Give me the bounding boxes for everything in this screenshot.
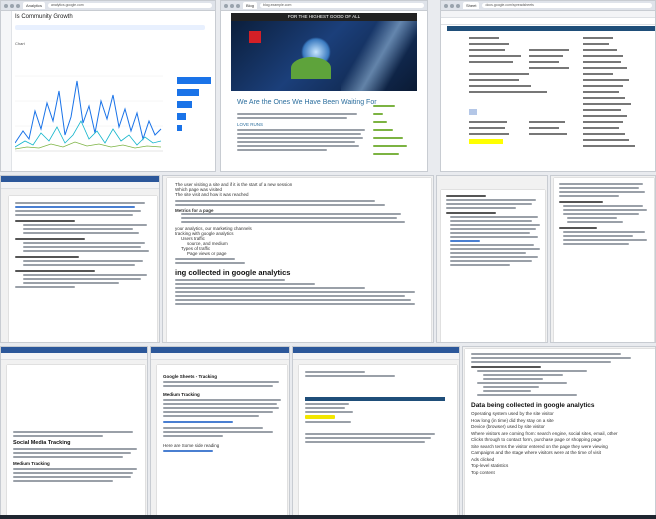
post-body: LOVE RUNS (237, 113, 367, 153)
list-item: Top content (471, 469, 495, 475)
website-window: Blog blog.example.com FOR THE HIGHEST GO… (220, 0, 428, 172)
browser-tab[interactable]: Analytics (23, 2, 46, 9)
taskbar[interactable] (0, 515, 656, 519)
nav-link[interactable] (373, 121, 387, 123)
bar-2 (177, 89, 199, 96)
light-beam (341, 21, 417, 91)
series-line-2 (15, 120, 162, 148)
red-logo-icon[interactable] (249, 31, 261, 43)
browser-tab[interactable]: Sheet (463, 2, 480, 9)
series-line-1 (15, 80, 162, 144)
footer-text: Here are Some side reading (163, 443, 220, 448)
chart-title: Chart (15, 41, 25, 46)
section-heading: LOVE RUNS (237, 122, 264, 127)
nav-link[interactable] (373, 153, 399, 155)
formula-bar[interactable] (441, 18, 655, 25)
document-page[interactable] (441, 190, 545, 342)
subsection-heading: Medium Tracking (13, 461, 50, 466)
search-bar[interactable] (15, 25, 205, 30)
word-ribbon[interactable] (293, 353, 459, 360)
browser-toolbar: Analytics analytics.google.com (1, 1, 215, 11)
document-page[interactable]: Data being collected in google analytics… (465, 349, 655, 516)
window-controls[interactable] (224, 3, 240, 8)
document-page[interactable]: Google Sheets - Tracking Medium Tracking… (157, 365, 287, 516)
analytics-sidebar (1, 11, 12, 171)
nav-link[interactable] (373, 113, 383, 115)
word-ribbon[interactable] (1, 182, 159, 189)
document-window-6: Google Sheets - Tracking Medium Tracking… (150, 346, 290, 519)
document-page[interactable] (9, 196, 157, 342)
nav-link[interactable] (373, 137, 403, 139)
window-controls[interactable] (444, 3, 460, 8)
site-nav (373, 105, 419, 157)
document-window-4 (550, 175, 656, 343)
browser-toolbar: Blog blog.example.com (221, 1, 427, 11)
document-window-2: The user visiting a site and if it is th… (162, 175, 434, 343)
spreadsheet-window: Sheet docs.google.com/spreadsheets (440, 0, 656, 172)
bar-3 (177, 101, 192, 108)
window-controls[interactable] (4, 3, 20, 8)
list-item: Page views or page (187, 251, 227, 256)
subsection-heading: Medium Tracking (163, 392, 200, 397)
document-page[interactable]: Social Media Tracking Medium Tracking (7, 365, 145, 516)
section-heading: Data being collected in google analytics (471, 402, 595, 409)
list-item: The site visit and how it was reached (175, 192, 249, 197)
sheet-toolbar[interactable] (441, 11, 655, 18)
document-window-7 (292, 346, 460, 519)
analytics-bar-chart (177, 77, 211, 131)
site-top-banner: FOR THE HIGHEST GOOD OF ALL (231, 13, 417, 21)
bar-4 (177, 113, 186, 120)
word-ribbon[interactable] (1, 353, 147, 360)
analytics-window: Analytics analytics.google.com Is Commun… (0, 0, 216, 172)
section-heading: Social Media Tracking (13, 440, 71, 446)
page-title: Is Community Growth (15, 14, 73, 20)
bar-1 (177, 77, 211, 84)
document-window-8: Data being collected in google analytics… (462, 346, 656, 519)
site-hero-image (231, 21, 417, 91)
nav-link[interactable] (373, 105, 395, 107)
sheet-header-row (447, 26, 655, 31)
document-page[interactable] (299, 365, 457, 516)
nav-link[interactable] (373, 145, 407, 147)
document-page[interactable] (554, 178, 654, 342)
document-page[interactable]: The user visiting a site and if it is th… (167, 178, 431, 342)
analytics-line-chart (15, 75, 163, 152)
post-headline[interactable]: We Are the Ones We Have Been Waiting For (237, 99, 377, 106)
sprout-icon (291, 57, 331, 79)
embedded-table (305, 397, 445, 423)
nav-link[interactable] (373, 129, 393, 131)
document-window-5: Social Media Tracking Medium Tracking (0, 346, 148, 519)
bar-5 (177, 125, 182, 131)
browser-tab[interactable]: Blog (243, 2, 258, 9)
document-window-3 (436, 175, 548, 343)
section-heading: ing collected in google analytics (175, 268, 291, 277)
section-heading: Google Sheets - Tracking (163, 374, 218, 379)
browser-toolbar: Sheet docs.google.com/spreadsheets (441, 1, 655, 11)
document-window-1 (0, 175, 160, 343)
word-ribbon[interactable] (151, 353, 289, 360)
address-bar[interactable]: docs.google.com/spreadsheets (482, 3, 652, 8)
address-bar[interactable]: blog.example.com (260, 3, 424, 8)
address-bar[interactable]: analytics.google.com (48, 3, 212, 8)
